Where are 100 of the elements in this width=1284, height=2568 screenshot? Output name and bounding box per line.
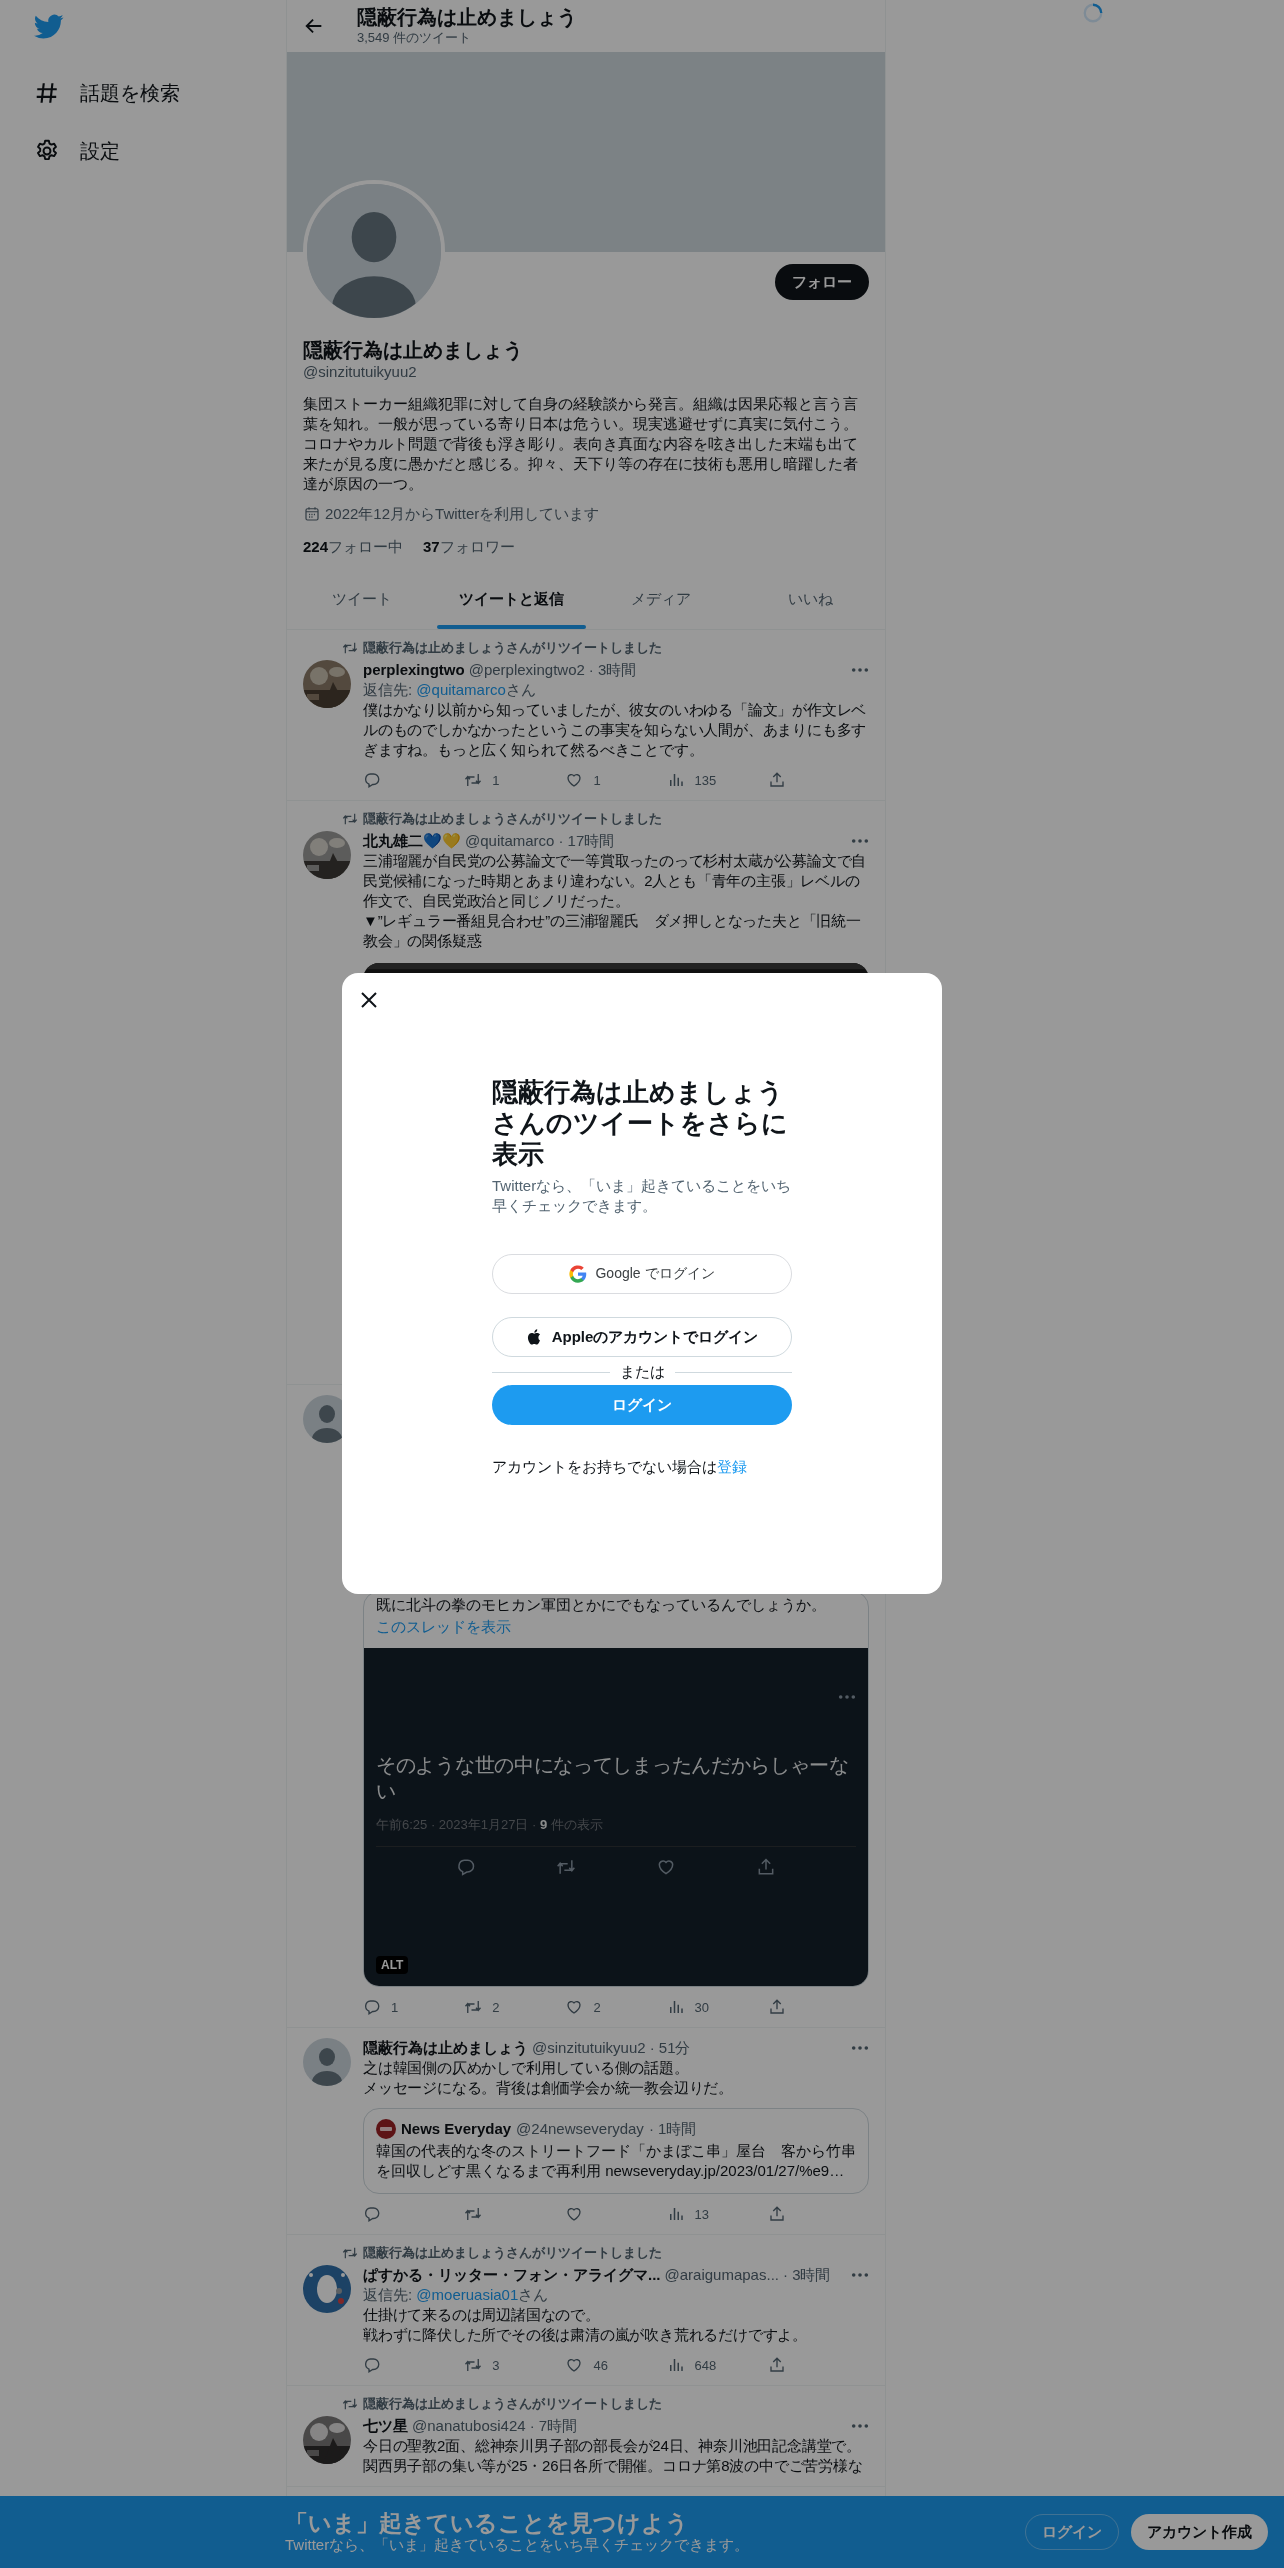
profile-tab[interactable]: いいね [787, 590, 833, 612]
retweet-icon [556, 1857, 576, 1877]
share-icon [756, 1857, 776, 1877]
tweet-text: 之は韓国側の仄めかしで利用している側の話題。 [363, 2058, 690, 2078]
tweet-time: · 1時間 [648, 2119, 697, 2139]
tweet-time[interactable]: · 3時間 [782, 2265, 831, 2285]
bird-icon[interactable] [34, 14, 64, 40]
action-count: 1 [593, 772, 601, 788]
tweet-text: メッセージになる。背後は創価学会か統一教会辺りだ。 [363, 2078, 734, 2098]
dialog-title: 隠蔽行為は止めましょうさんのツイートをさらに表示 [492, 1077, 789, 1170]
profile-handle: @sinzitutuikyuu2 [303, 362, 418, 382]
divider-label: または [619, 1362, 665, 1382]
followers-link[interactable]: 37フォロワー [423, 537, 515, 557]
share-icon[interactable] [767, 771, 786, 789]
tweet-text: 戦わずに降伏した所でその後は粛清の嵐が吹き荒れるだけですよ。 [363, 2325, 808, 2345]
following-link[interactable]: 224フォロー中 [303, 537, 404, 557]
signup-prompt: アカウントをお持ちでない場合は登録 [492, 1457, 748, 1477]
author-handle: @nanatubosi424 [412, 2416, 526, 2436]
quoted-tweet-card[interactable]: News Everyday @24newseveryday · 1時間 韓国の代表的な冬のストリートフード「かまぼこ串」屋台 客から竹串を回収しどす黒くなるまで再利用 newseveryday.jp/2023/01/27/%e9… [363, 2108, 869, 2194]
tweet-time[interactable]: · 7時間 [529, 2416, 578, 2436]
tweet-text: 今日の聖教2面、総神奈川男子部の部長会が24日、神奈川池田記念講堂で。関西男子部の集い等が25・26日各所で開催。コロナ第8波の中でご苦労様な [363, 2436, 864, 2476]
tweet-time[interactable]: · 51分 [649, 2038, 691, 2058]
share-icon[interactable] [767, 1998, 786, 2016]
action-count: 2 [593, 1999, 601, 2015]
google-logo-icon [569, 1265, 588, 1283]
retweet-notice: 隠蔽行為は止めましょうさんがリツイートしました [363, 2396, 662, 2412]
more-icon[interactable] [851, 2043, 869, 2053]
action-count: 2 [492, 1999, 500, 2015]
more-icon[interactable] [851, 2421, 869, 2431]
more-icon[interactable] [851, 2270, 869, 2280]
author-handle: @sinzitutuikyuu2 [532, 2038, 646, 2058]
action-count: 30 [694, 1999, 710, 2015]
reply-icon[interactable] [363, 2356, 381, 2374]
reply-to: 返信先: @moeruasia01さん [363, 2285, 550, 2305]
share-icon[interactable] [767, 2356, 786, 2374]
retweet-icon[interactable] [464, 2205, 483, 2223]
action-count: 3 [492, 2357, 500, 2373]
join-date: 2022年12月からTwitterを利用しています [325, 504, 600, 524]
tweet-text: ▼”レギュラー番組見合わせ”の三浦瑠麗氏 ダメ押しとなった夫と「旧統一教会」の関係疑惑 [363, 911, 862, 951]
quoted-text: 韓国の代表的な冬のストリートフード「かまぼこ串」屋台 客から竹串を回収しどす黒くなるまで再利用 newseveryday.jp/2023/01/27/%e9… [376, 2141, 856, 2181]
reply-icon[interactable] [363, 1998, 381, 2016]
profile-tab[interactable]: メディア [630, 590, 691, 612]
signup-button[interactable]: アカウント作成 [1131, 2514, 1268, 2550]
author-name: News Everyday [401, 2119, 512, 2139]
author-name[interactable]: 隠蔽行為は止めましょう [363, 2038, 528, 2058]
retweet-icon[interactable] [464, 1998, 483, 2016]
retweet-icon [341, 811, 359, 827]
retweet-icon [341, 2396, 359, 2412]
dialog-subtitle: Twitterなら、「いま」起きていることをいち早くチェックできます。 [492, 1176, 792, 1216]
page-title: 隠蔽行為は止めましょう [357, 5, 577, 29]
author-handle: @quitamarco [465, 831, 555, 851]
calendar-icon [303, 505, 321, 523]
action-count: 46 [593, 2357, 608, 2373]
alt-badge[interactable]: ALT [376, 1956, 409, 1974]
action-count: 648 [694, 2357, 717, 2373]
nav-link[interactable]: 話題を検索 [34, 64, 286, 122]
retweet-icon[interactable] [464, 2356, 483, 2374]
banner-subtitle: Twitterなら、「いま」起きていることをいち早くチェックできます。 [285, 2536, 750, 2554]
profile-bio: 集団ストーカー組織犯罪に対して自身の経験談から発言。組織は因果応報と言う言葉を知れ。一般が思っている寄り日本は危うい。現実逃避せずに真実に気付こう。コロナやカルト問題で背後も浮き彫り。表向き真面な内容を呟き出した末端も出て来たが見る度に愚かだと感じる。抑々、天下り等の存在に技術も悪用し暗躍した者達が原因の一つ。 [303, 394, 859, 494]
more-icon[interactable] [851, 665, 869, 675]
author-name[interactable]: perplexingtwo [363, 660, 465, 680]
heart-icon[interactable] [565, 1998, 584, 2016]
more-icon[interactable] [851, 836, 869, 846]
retweet-icon[interactable] [464, 771, 483, 789]
author-handle: @24newseveryday [516, 2119, 644, 2139]
profile-tab[interactable]: ツイートと返信 [458, 590, 564, 612]
author-handle: @perplexingtwo2 [468, 660, 585, 680]
reply-icon[interactable] [363, 2205, 381, 2223]
tweet-count: 3,549 件のツイート [357, 29, 473, 47]
reply-icon[interactable] [363, 771, 381, 789]
tweet-time[interactable]: · 17時間 [558, 831, 615, 851]
quoted-text: 既に北斗の拳のモヒカン軍団とかにでもなっているんでしょうか。 [376, 1595, 827, 1615]
close-icon[interactable] [359, 990, 379, 1010]
author-name[interactable]: 北丸雄二💙💛 [363, 831, 461, 851]
heart-icon[interactable] [565, 2356, 584, 2374]
reply-to: 返信先: @quitamarcoさん [363, 680, 537, 700]
news-logo-icon [376, 2119, 396, 2139]
tweet-time[interactable]: · 3時間 [588, 660, 637, 680]
apple-login-button[interactable]: Appleのアカウントでログイン [492, 1317, 792, 1357]
google-login-button[interactable]: Google でログイン [492, 1254, 792, 1294]
action-count: 1 [391, 1999, 399, 2015]
action-count: 135 [694, 772, 717, 788]
follow-button[interactable]: フォロー [775, 264, 869, 300]
banner-title: 「いま」起きていることを見つけよう [285, 2510, 690, 2536]
author-name[interactable]: 七ツ星 [363, 2416, 408, 2436]
tweet-text: 僕はかなり以前から知っていましたが、彼女のいわゆる「論文」が作文レベルのものでしかなかったというこの事実を知らない人間が、あまりにも多すぎますね。もっと広く知られて然るべきことです。 [363, 700, 868, 760]
retweet-icon [341, 2245, 359, 2261]
tweet-text: 三浦瑠麗が自民党の公募論文で一等賞取ったのって杉村太蔵が公募論文で自民党候補になった時期とあまり違わない。2人とも「青年の主張」レベルの作文で、自民党政治と同じノリだった。 [363, 851, 868, 911]
retweet-notice: 隠蔽行為は止めましょうさんがリツイートしました [363, 811, 662, 827]
retweet-icon [341, 640, 359, 656]
retweet-notice: 隠蔽行為は止めましょうさんがリツイートしました [363, 2245, 662, 2261]
heart-icon [656, 1857, 676, 1877]
heart-icon[interactable] [565, 771, 584, 789]
author-name[interactable]: ぱすかる・リッター・フォン・アライグマ... [363, 2265, 661, 2285]
tweet-text: 仕掛けて来るのは周辺諸国なので。 [363, 2305, 601, 2325]
nav-link[interactable]: 設定 [34, 122, 286, 180]
share-icon[interactable] [767, 2205, 786, 2223]
action-count: 1 [492, 772, 500, 788]
heart-icon[interactable] [565, 2205, 584, 2223]
profile-tab[interactable]: ツイート [331, 590, 392, 612]
